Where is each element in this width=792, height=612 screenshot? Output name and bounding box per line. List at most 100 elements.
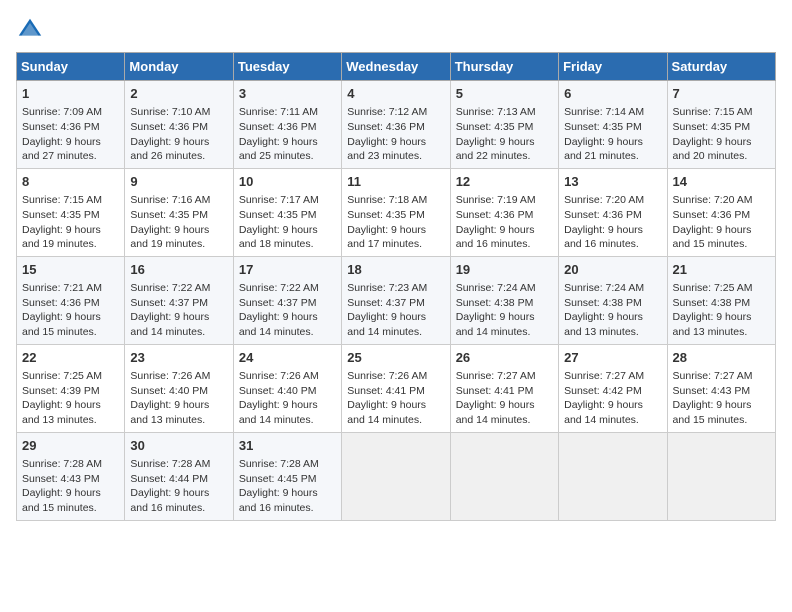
day-info: Sunrise: 7:28 AM Sunset: 4:44 PM Dayligh… xyxy=(130,457,227,516)
day-number: 26 xyxy=(456,349,553,367)
header-tuesday: Tuesday xyxy=(233,53,341,81)
calendar-cell: 27Sunrise: 7:27 AM Sunset: 4:42 PM Dayli… xyxy=(559,344,667,432)
day-number: 13 xyxy=(564,173,661,191)
calendar-cell: 8 Sunrise: 7:15 AM Sunset: 4:35 PM Daylig… xyxy=(17,168,125,256)
day-info: Sunrise: 7:28 AM Sunset: 4:43 PM Dayligh… xyxy=(22,457,119,516)
calendar-cell xyxy=(450,432,558,520)
day-info: Sunrise: 7:16 AM Sunset: 4:35 PM Dayligh… xyxy=(130,193,227,252)
calendar-cell: 16Sunrise: 7:22 AM Sunset: 4:37 PM Dayli… xyxy=(125,256,233,344)
day-number: 10 xyxy=(239,173,336,191)
day-info: Sunrise: 7:22 AM Sunset: 4:37 PM Dayligh… xyxy=(239,281,336,340)
day-info: Sunrise: 7:25 AM Sunset: 4:39 PM Dayligh… xyxy=(22,369,119,428)
calendar-week-row: 1 Sunrise: 7:09 AM Sunset: 4:36 PM Daylig… xyxy=(17,81,776,169)
day-info: Sunrise: 7:27 AM Sunset: 4:43 PM Dayligh… xyxy=(673,369,770,428)
calendar-cell xyxy=(667,432,775,520)
day-info: Sunrise: 7:27 AM Sunset: 4:42 PM Dayligh… xyxy=(564,369,661,428)
day-info: Sunrise: 7:28 AM Sunset: 4:45 PM Dayligh… xyxy=(239,457,336,516)
header-friday: Friday xyxy=(559,53,667,81)
day-number: 6 xyxy=(564,85,661,103)
day-number: 2 xyxy=(130,85,227,103)
day-info: Sunrise: 7:10 AM Sunset: 4:36 PM Dayligh… xyxy=(130,105,227,164)
day-info: Sunrise: 7:25 AM Sunset: 4:38 PM Dayligh… xyxy=(673,281,770,340)
day-number: 20 xyxy=(564,261,661,279)
day-info: Sunrise: 7:20 AM Sunset: 4:36 PM Dayligh… xyxy=(564,193,661,252)
calendar-cell: 5 Sunrise: 7:13 AM Sunset: 4:35 PM Daylig… xyxy=(450,81,558,169)
day-number: 3 xyxy=(239,85,336,103)
day-number: 18 xyxy=(347,261,444,279)
day-info: Sunrise: 7:11 AM Sunset: 4:36 PM Dayligh… xyxy=(239,105,336,164)
day-info: Sunrise: 7:24 AM Sunset: 4:38 PM Dayligh… xyxy=(456,281,553,340)
day-info: Sunrise: 7:13 AM Sunset: 4:35 PM Dayligh… xyxy=(456,105,553,164)
day-info: Sunrise: 7:20 AM Sunset: 4:36 PM Dayligh… xyxy=(673,193,770,252)
calendar-week-row: 29 Sunrise: 7:28 AM Sunset: 4:43 PM Dayli… xyxy=(17,432,776,520)
day-info: Sunrise: 7:15 AM Sunset: 4:35 PM Dayligh… xyxy=(673,105,770,164)
day-info: Sunrise: 7:24 AM Sunset: 4:38 PM Dayligh… xyxy=(564,281,661,340)
calendar-cell: 30 Sunrise: 7:28 AM Sunset: 4:44 PM Dayli… xyxy=(125,432,233,520)
day-number: 23 xyxy=(130,349,227,367)
calendar-cell: 20 Sunrise: 7:24 AM Sunset: 4:38 PM Dayli… xyxy=(559,256,667,344)
calendar-table: SundayMondayTuesdayWednesdayThursdayFrid… xyxy=(16,52,776,521)
calendar-cell: 11 Sunrise: 7:18 AM Sunset: 4:35 PM Dayli… xyxy=(342,168,450,256)
calendar-week-row: 22 Sunrise: 7:25 AM Sunset: 4:39 PM Dayli… xyxy=(17,344,776,432)
logo xyxy=(16,16,48,44)
day-number: 22 xyxy=(22,349,119,367)
day-number: 4 xyxy=(347,85,444,103)
calendar-cell xyxy=(342,432,450,520)
logo-icon xyxy=(16,16,44,44)
calendar-cell: 17 Sunrise: 7:22 AM Sunset: 4:37 PM Dayli… xyxy=(233,256,341,344)
day-number: 17 xyxy=(239,261,336,279)
header-wednesday: Wednesday xyxy=(342,53,450,81)
calendar-cell: 24 Sunrise: 7:26 AM Sunset: 4:40 PM Dayli… xyxy=(233,344,341,432)
day-info: Sunrise: 7:23 AM Sunset: 4:37 PM Dayligh… xyxy=(347,281,444,340)
calendar-header-row: SundayMondayTuesdayWednesdayThursdayFrid… xyxy=(17,53,776,81)
calendar-cell: 22 Sunrise: 7:25 AM Sunset: 4:39 PM Dayli… xyxy=(17,344,125,432)
calendar-cell: 23 Sunrise: 7:26 AM Sunset: 4:40 PM Dayli… xyxy=(125,344,233,432)
calendar-cell: 7 Sunrise: 7:15 AM Sunset: 4:35 PM Daylig… xyxy=(667,81,775,169)
day-info: Sunrise: 7:19 AM Sunset: 4:36 PM Dayligh… xyxy=(456,193,553,252)
day-info: Sunrise: 7:26 AM Sunset: 4:40 PM Dayligh… xyxy=(130,369,227,428)
calendar-week-row: 15Sunrise: 7:21 AM Sunset: 4:36 PM Dayli… xyxy=(17,256,776,344)
calendar-cell: 4Sunrise: 7:12 AM Sunset: 4:36 PM Daylig… xyxy=(342,81,450,169)
calendar-cell: 9Sunrise: 7:16 AM Sunset: 4:35 PM Daylig… xyxy=(125,168,233,256)
day-number: 24 xyxy=(239,349,336,367)
header-thursday: Thursday xyxy=(450,53,558,81)
day-number: 1 xyxy=(22,85,119,103)
header-saturday: Saturday xyxy=(667,53,775,81)
day-info: Sunrise: 7:15 AM Sunset: 4:35 PM Dayligh… xyxy=(22,193,119,252)
day-number: 25 xyxy=(347,349,444,367)
page-header xyxy=(16,16,776,44)
day-number: 7 xyxy=(673,85,770,103)
calendar-cell: 18 Sunrise: 7:23 AM Sunset: 4:37 PM Dayli… xyxy=(342,256,450,344)
day-info: Sunrise: 7:18 AM Sunset: 4:35 PM Dayligh… xyxy=(347,193,444,252)
day-info: Sunrise: 7:26 AM Sunset: 4:41 PM Dayligh… xyxy=(347,369,444,428)
calendar-week-row: 8 Sunrise: 7:15 AM Sunset: 4:35 PM Daylig… xyxy=(17,168,776,256)
calendar-cell: 14Sunrise: 7:20 AM Sunset: 4:36 PM Dayli… xyxy=(667,168,775,256)
calendar-cell: 25 Sunrise: 7:26 AM Sunset: 4:41 PM Dayli… xyxy=(342,344,450,432)
day-info: Sunrise: 7:17 AM Sunset: 4:35 PM Dayligh… xyxy=(239,193,336,252)
calendar-cell: 21 Sunrise: 7:25 AM Sunset: 4:38 PM Dayli… xyxy=(667,256,775,344)
calendar-cell: 26Sunrise: 7:27 AM Sunset: 4:41 PM Dayli… xyxy=(450,344,558,432)
header-monday: Monday xyxy=(125,53,233,81)
day-number: 16 xyxy=(130,261,227,279)
calendar-cell: 29 Sunrise: 7:28 AM Sunset: 4:43 PM Dayli… xyxy=(17,432,125,520)
day-number: 29 xyxy=(22,437,119,455)
day-number: 28 xyxy=(673,349,770,367)
day-number: 30 xyxy=(130,437,227,455)
calendar-cell: 15Sunrise: 7:21 AM Sunset: 4:36 PM Dayli… xyxy=(17,256,125,344)
header-sunday: Sunday xyxy=(17,53,125,81)
day-number: 11 xyxy=(347,173,444,191)
calendar-cell: 3 Sunrise: 7:11 AM Sunset: 4:36 PM Daylig… xyxy=(233,81,341,169)
calendar-cell xyxy=(559,432,667,520)
calendar-cell: 19Sunrise: 7:24 AM Sunset: 4:38 PM Dayli… xyxy=(450,256,558,344)
day-number: 21 xyxy=(673,261,770,279)
day-number: 31 xyxy=(239,437,336,455)
calendar-cell: 2 Sunrise: 7:10 AM Sunset: 4:36 PM Daylig… xyxy=(125,81,233,169)
day-info: Sunrise: 7:26 AM Sunset: 4:40 PM Dayligh… xyxy=(239,369,336,428)
day-number: 8 xyxy=(22,173,119,191)
day-number: 15 xyxy=(22,261,119,279)
calendar-cell: 1 Sunrise: 7:09 AM Sunset: 4:36 PM Daylig… xyxy=(17,81,125,169)
day-info: Sunrise: 7:09 AM Sunset: 4:36 PM Dayligh… xyxy=(22,105,119,164)
calendar-cell: 28 Sunrise: 7:27 AM Sunset: 4:43 PM Dayli… xyxy=(667,344,775,432)
day-number: 5 xyxy=(456,85,553,103)
calendar-cell: 6Sunrise: 7:14 AM Sunset: 4:35 PM Daylig… xyxy=(559,81,667,169)
